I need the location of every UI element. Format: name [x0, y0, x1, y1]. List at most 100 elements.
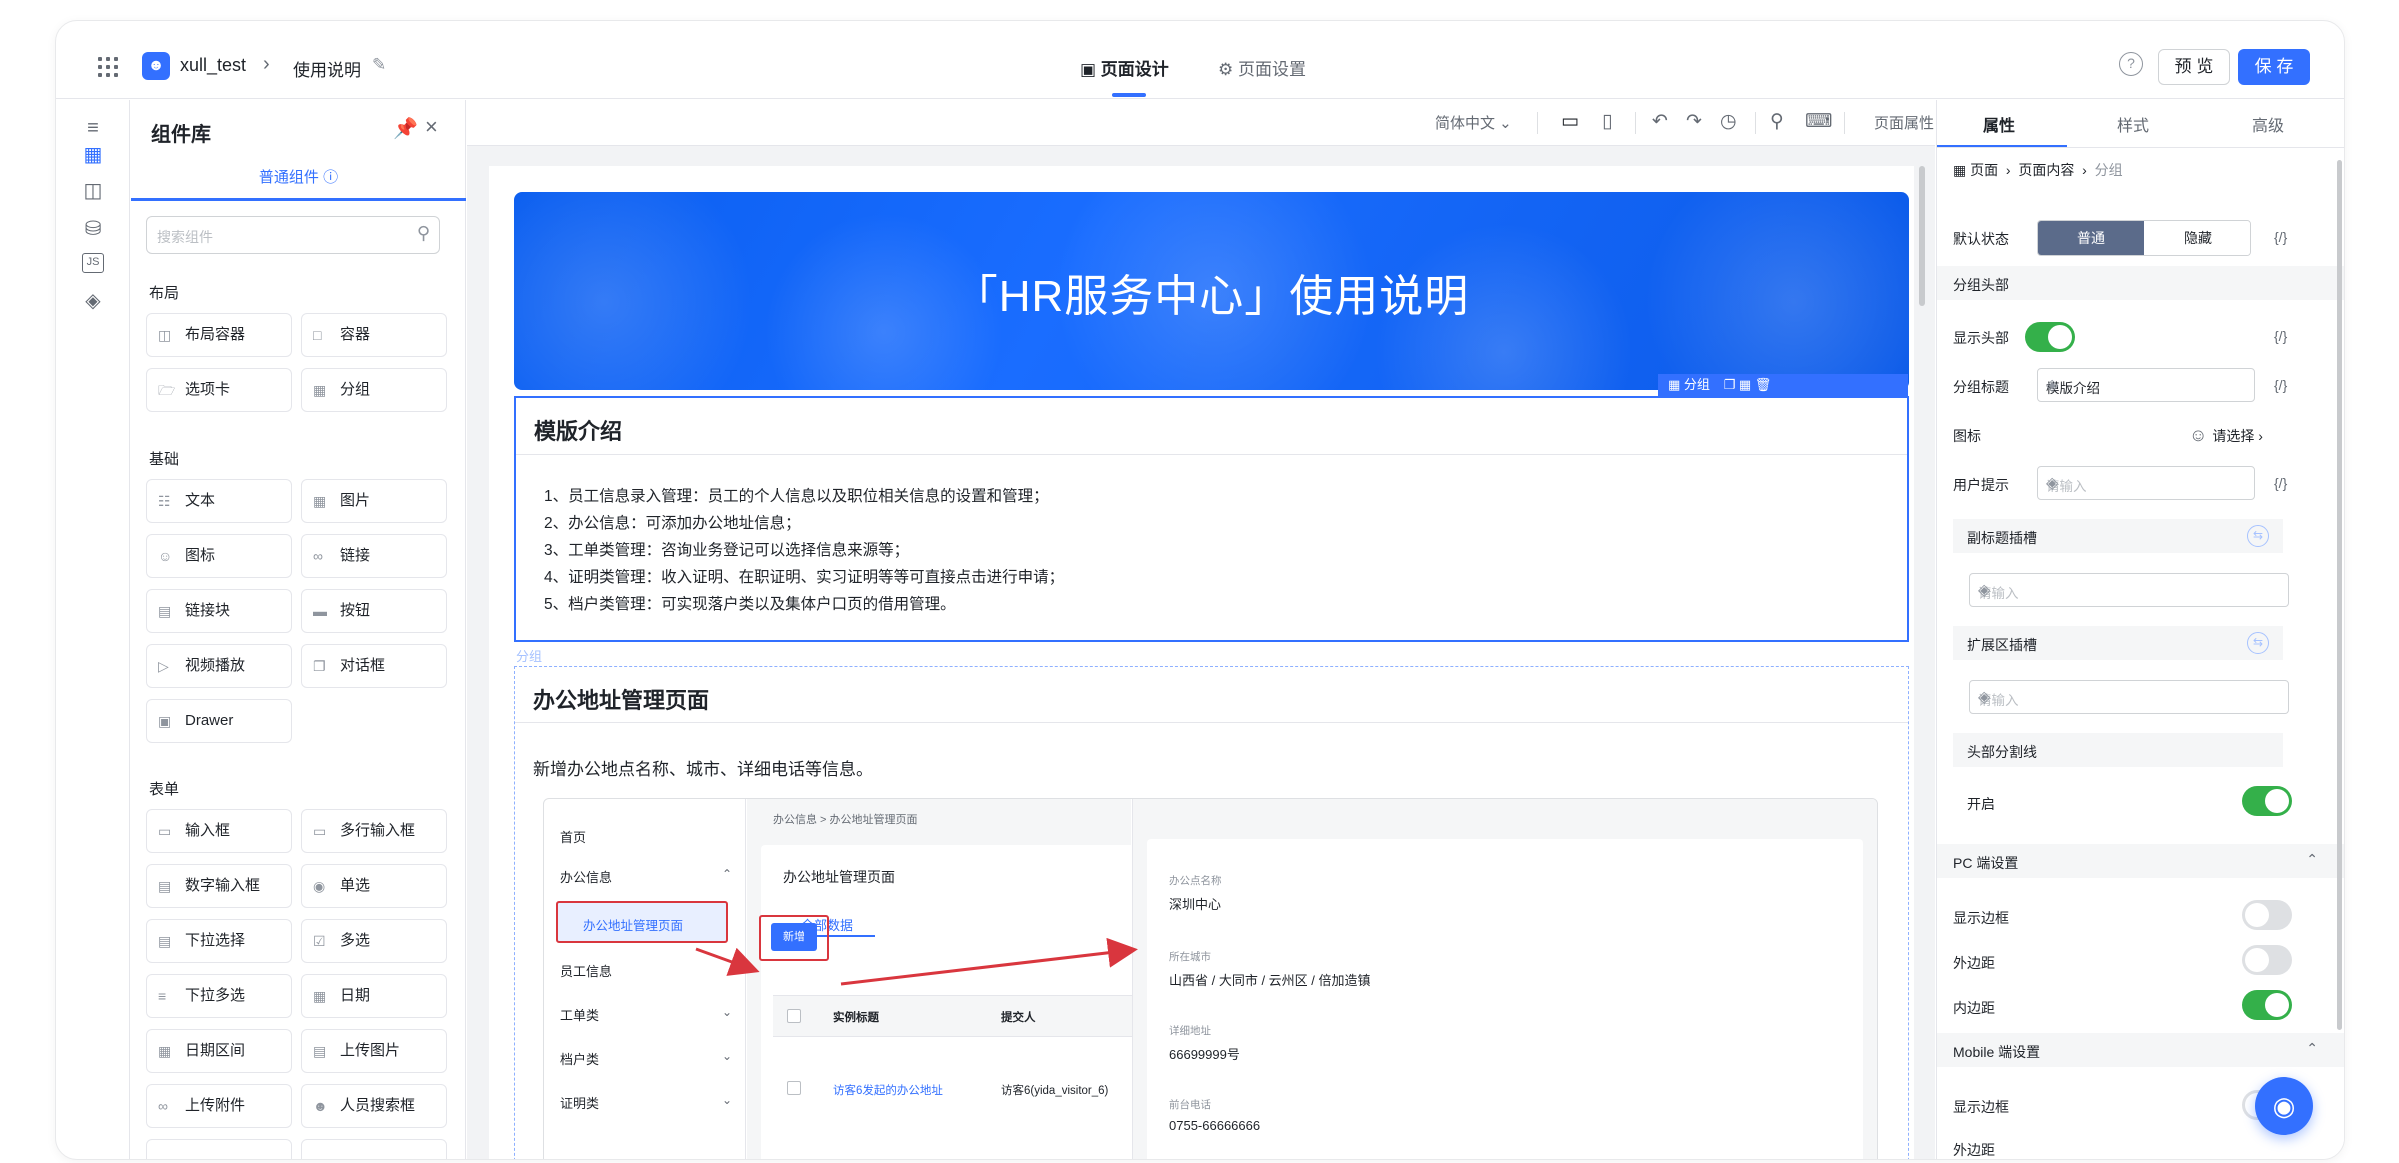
- component-date-range[interactable]: ▦ 日期区间: [146, 1029, 292, 1073]
- globe-icon[interactable]: ◈: [2046, 375, 2248, 395]
- screenshot-nav-item: 员工信息: [560, 964, 613, 979]
- breadcrumb-item[interactable]: 页面内容: [2018, 162, 2074, 178]
- pc-show-border-toggle[interactable]: [2242, 900, 2292, 930]
- properties-scrollbar[interactable]: [2337, 160, 2342, 1030]
- pin-icon[interactable]: 📌: [393, 116, 418, 141]
- app-name[interactable]: xull_test: [180, 55, 246, 76]
- component-user-search[interactable]: ☻ 人员搜索框: [301, 1084, 447, 1128]
- save-template-icon[interactable]: ▦: [1739, 377, 1751, 392]
- keyboard-icon[interactable]: ⌨: [1805, 110, 1832, 133]
- component-search-input[interactable]: 搜索组件 ⚲: [146, 216, 440, 254]
- templates-icon[interactable]: ◫: [80, 178, 106, 204]
- help-icon[interactable]: ?: [2119, 52, 2143, 76]
- tab-properties[interactable]: 属性: [1983, 112, 2015, 136]
- component-link[interactable]: ∞ 链接: [301, 534, 447, 578]
- component-drawer[interactable]: ▣ Drawer: [146, 699, 292, 743]
- slot-settings-icon[interactable]: ⇆: [2247, 525, 2269, 547]
- component-tabs[interactable]: 🗁 选项卡: [146, 368, 292, 412]
- component-image[interactable]: ▦ 图片: [301, 479, 447, 523]
- group-office-address[interactable]: 办公地址管理页面 新增办公地点名称、城市、详细电话等信息。 首页 办公信息 ⌃ …: [514, 666, 1909, 1159]
- save-button[interactable]: 保 存: [2238, 49, 2310, 85]
- link-icon: ∞: [313, 548, 323, 564]
- copy-icon[interactable]: ❐: [1724, 377, 1736, 392]
- component-video[interactable]: ▷ 视频播放: [146, 644, 292, 688]
- component-link-block[interactable]: ▤ 链接块: [146, 589, 292, 633]
- component-button[interactable]: ▬ 按钮: [301, 589, 447, 633]
- tab-common-components[interactable]: 普通组件 ⓘ: [131, 166, 466, 200]
- desktop-view-icon[interactable]: ▭: [1561, 110, 1579, 133]
- section-header-pc[interactable]: PC 端设置 ⌃: [1937, 844, 2344, 878]
- variable-binding-icon[interactable]: {/}: [2274, 229, 2287, 245]
- js-icon[interactable]: JS: [82, 253, 104, 273]
- section-header-mobile[interactable]: Mobile 端设置 ⌃: [1937, 1033, 2344, 1067]
- language-select[interactable]: 简体中文 ⌄: [1435, 112, 1512, 133]
- component-layout-container[interactable]: ◫ 布局容器: [146, 313, 292, 357]
- component-multi-select[interactable]: ≡ 下拉多选: [146, 974, 292, 1018]
- tab-advanced[interactable]: 高级: [2252, 112, 2284, 136]
- extend-slot-input[interactable]: 请输入 ◈: [1969, 680, 2289, 714]
- component-label: 日期区间: [185, 1042, 246, 1059]
- database-icon[interactable]: ⛁: [80, 216, 106, 242]
- close-icon[interactable]: ×: [425, 114, 438, 140]
- component-upload-image[interactable]: ▤ 上传图片: [301, 1029, 447, 1073]
- selected-group-toolbar[interactable]: ▦ 分组 ❐ ▦ 🗑: [1658, 374, 1908, 396]
- component-more[interactable]: [301, 1139, 447, 1159]
- component-more[interactable]: [146, 1139, 292, 1159]
- component-textarea[interactable]: ▭ 多行输入框: [301, 809, 447, 853]
- component-number-input[interactable]: ▤ 数字输入框: [146, 864, 292, 908]
- search-icon[interactable]: ⚲: [1770, 110, 1784, 133]
- show-header-toggle[interactable]: [2025, 322, 2075, 352]
- tab-page-design[interactable]: ▣ 页面设计: [1080, 55, 1169, 80]
- help-chat-icon[interactable]: ◉: [2255, 1077, 2313, 1135]
- globe-icon[interactable]: ◈: [2046, 473, 2248, 493]
- component-group[interactable]: ▦ 分组: [301, 368, 447, 412]
- component-upload-file[interactable]: ∞ 上传附件: [146, 1084, 292, 1128]
- group-template-intro[interactable]: 模版介绍 1、员工信息录入管理：员工的个人信息以及职位相关信息的设置和管理； 2…: [514, 396, 1909, 642]
- delete-icon[interactable]: 🗑: [1755, 377, 1772, 392]
- user-tip-input[interactable]: 请输入 ◈: [2037, 466, 2255, 500]
- canvas-scrollbar[interactable]: [1919, 166, 1925, 306]
- header-divider-toggle[interactable]: [2242, 786, 2292, 816]
- variable-binding-icon[interactable]: {/}: [2274, 475, 2287, 491]
- edit-icon[interactable]: ✎: [372, 55, 386, 75]
- state-option-hidden[interactable]: 隐藏: [2144, 221, 2250, 255]
- slot-settings-icon[interactable]: ⇆: [2247, 632, 2269, 654]
- component-container[interactable]: □ 容器: [301, 313, 447, 357]
- preview-button[interactable]: 预 览: [2158, 49, 2230, 85]
- outline-icon[interactable]: ≡: [80, 115, 106, 141]
- breadcrumb: ▦ 页面 › 页面内容 › 分组: [1953, 162, 2123, 178]
- breadcrumb-item[interactable]: 页面: [1970, 162, 1998, 178]
- variable-binding-icon[interactable]: {/}: [2274, 328, 2287, 344]
- screenshot-field-value: 66699999号: [1169, 1047, 1240, 1062]
- pc-margin-toggle[interactable]: [2242, 945, 2292, 975]
- header-divider-section: 头部分割线: [1953, 733, 2283, 767]
- component-icon[interactable]: ☺ 图标: [146, 534, 292, 578]
- icon-choose[interactable]: ☺ 请选择 ›: [2189, 425, 2263, 446]
- page-properties-link[interactable]: 页面属性: [1874, 112, 1934, 133]
- redo-icon[interactable]: ↷: [1686, 110, 1702, 133]
- component-radio[interactable]: ◉ 单选: [301, 864, 447, 908]
- component-dialog[interactable]: ❐ 对话框: [301, 644, 447, 688]
- history-icon[interactable]: ◷: [1720, 110, 1737, 133]
- hero-banner[interactable]: 「HR服务中心」使用说明: [514, 192, 1909, 390]
- pc-padding-toggle[interactable]: [2242, 990, 2292, 1020]
- globe-icon[interactable]: ◈: [1978, 687, 2282, 707]
- group-title-input[interactable]: 模版介绍 ◈: [2037, 368, 2255, 402]
- apps-grid-icon[interactable]: [98, 57, 118, 77]
- component-date[interactable]: ▦ 日期: [301, 974, 447, 1018]
- mobile-view-icon[interactable]: ▯: [1602, 110, 1612, 133]
- tab-style[interactable]: 样式: [2117, 112, 2149, 136]
- globe-icon[interactable]: ◈: [80, 288, 106, 314]
- component-checkbox[interactable]: ☑ 多选: [301, 919, 447, 963]
- variable-binding-icon[interactable]: {/}: [2274, 377, 2287, 393]
- page-name: 使用说明: [293, 61, 361, 80]
- component-select[interactable]: ▤ 下拉选择: [146, 919, 292, 963]
- tab-page-settings[interactable]: ⚙ 页面设置: [1218, 55, 1306, 80]
- globe-icon[interactable]: ◈: [1978, 580, 2282, 600]
- components-icon[interactable]: ▦: [80, 142, 106, 168]
- state-option-normal[interactable]: 普通: [2038, 221, 2144, 255]
- undo-icon[interactable]: ↶: [1652, 110, 1668, 133]
- component-text[interactable]: ☷ 文本: [146, 479, 292, 523]
- component-input[interactable]: ▭ 输入框: [146, 809, 292, 853]
- subtitle-slot-input[interactable]: 请输入 ◈: [1969, 573, 2289, 607]
